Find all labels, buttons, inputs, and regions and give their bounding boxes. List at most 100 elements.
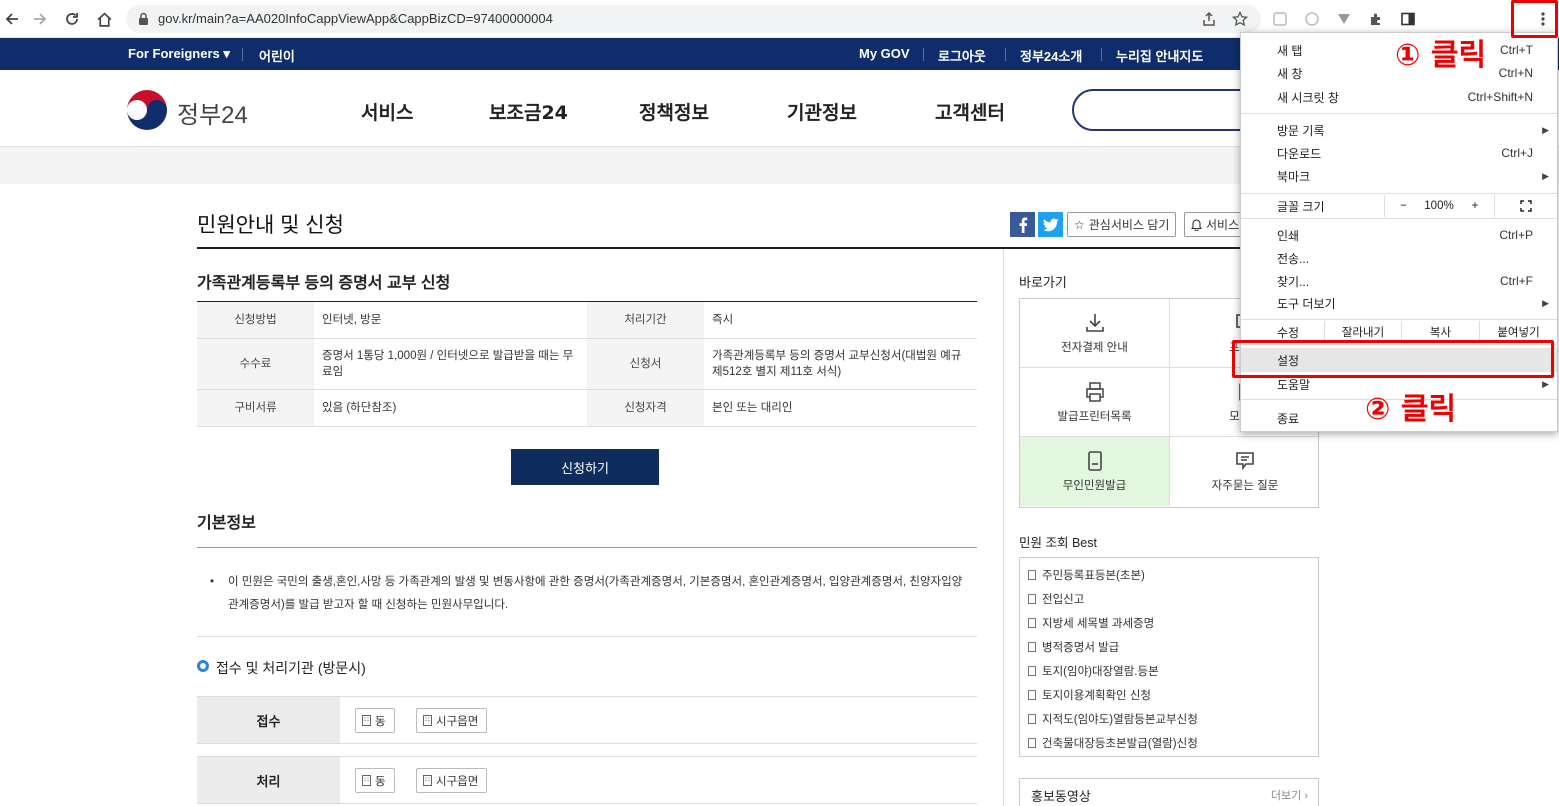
apply-button[interactable]: 신청하기 <box>511 449 659 485</box>
document-icon <box>1028 570 1036 580</box>
fullscreen-icon[interactable] <box>1494 195 1557 217</box>
extension-2-icon[interactable] <box>1300 7 1324 31</box>
service-subtitle: 가족관계등록부 등의 증명서 교부 신청 <box>197 275 451 292</box>
nav-customer-center[interactable]: 고객센터 <box>935 98 1005 125</box>
nav-agency[interactable]: 기관정보 <box>787 98 857 125</box>
promo-more-link[interactable]: 더보기 › <box>1271 787 1308 803</box>
reception-row: 접수 동 시구읍면 <box>197 696 977 744</box>
document-icon <box>1028 738 1036 748</box>
annotation-box-settings <box>1232 340 1554 378</box>
forward-icon[interactable] <box>28 7 52 31</box>
submenu-arrow-icon: ▶ <box>1542 124 1549 135</box>
menu-incognito[interactable]: 새 시크릿 창 Ctrl+Shift+N <box>1241 86 1557 108</box>
promo-title: 홍보동영상 <box>1031 789 1091 804</box>
quick-item-faq[interactable]: 자주묻는 질문 <box>1170 437 1320 506</box>
document-icon <box>1028 666 1036 676</box>
bookmark-star-icon[interactable] <box>1228 7 1252 31</box>
reception-chip-dong[interactable]: 동 <box>355 708 395 733</box>
mygov-link[interactable]: My GOV <box>859 46 910 61</box>
list-item[interactable]: 지적도(임야도)열람등본교부신청 <box>1028 711 1198 727</box>
building-icon <box>423 715 432 726</box>
nav-policy[interactable]: 정책정보 <box>639 98 709 125</box>
bell-icon <box>1191 218 1202 231</box>
table-row: 구비서류 있음 (하단참조) 신청자격 본인 또는 대리인 <box>197 389 977 427</box>
processing-row: 처리 동 시구읍면 <box>197 756 977 804</box>
list-item[interactable]: 건축물대장등초본발급(열람)신청 <box>1028 735 1198 751</box>
document-icon <box>1028 714 1036 724</box>
menu-print[interactable]: 인쇄 Ctrl+P <box>1241 224 1557 246</box>
about-link[interactable]: 정부24소개 <box>1020 46 1082 65</box>
list-item[interactable]: 토지이용계획확인 신청 <box>1028 687 1151 703</box>
menu-find[interactable]: 찾기... Ctrl+F <box>1241 270 1557 292</box>
processing-chip-dong[interactable]: 동 <box>355 768 395 793</box>
add-favorite-button[interactable]: ☆ 관심서비스 담기 <box>1067 212 1177 237</box>
list-item[interactable]: 지방세 세목별 과세증명 <box>1028 615 1154 631</box>
back-icon[interactable] <box>0 7 24 31</box>
menu-downloads[interactable]: 다운로드 Ctrl+J <box>1241 142 1557 164</box>
kiosk-icon <box>1084 450 1106 472</box>
reception-chip-sigu[interactable]: 시구읍면 <box>416 708 488 733</box>
menu-bookmarks[interactable]: 북마크 ▶ <box>1241 165 1557 187</box>
quick-title: 바로가기 <box>1019 275 1067 290</box>
processing-chip-sigu[interactable]: 시구읍면 <box>416 768 488 793</box>
document-icon <box>1028 690 1036 700</box>
promo-video-box: 홍보동영상 더보기 › <box>1019 778 1319 806</box>
building-icon <box>423 775 432 786</box>
reception-label: 접수 <box>197 697 340 743</box>
gov24-logo-icon[interactable] <box>126 89 168 131</box>
column-divider <box>1003 249 1004 806</box>
building-icon <box>362 715 371 726</box>
facebook-share-icon[interactable] <box>1010 212 1035 237</box>
printer-icon <box>1084 381 1106 403</box>
document-icon <box>1028 618 1036 628</box>
star-outline-icon: ☆ <box>1074 217 1085 232</box>
page-title: 민원안내 및 신청 <box>197 214 344 237</box>
url-text: gov.kr/main?a=AA020InfoCappViewApp&CappB… <box>158 11 553 26</box>
extension-3-icon[interactable] <box>1332 7 1356 31</box>
menu-zoom-row: 글꼴 크기 − 100% + <box>1241 195 1557 217</box>
building-icon <box>362 775 371 786</box>
list-item[interactable]: 토지(임야)대장열람.등본 <box>1028 663 1159 679</box>
service-info-table: 신청방법 인터넷, 방문 처리기간 즉시 수수료 증명서 1통당 1,000원 … <box>197 301 977 427</box>
for-foreigners-link[interactable]: For Foreigners ▾ <box>128 46 230 62</box>
logout-link[interactable]: 로그아웃 <box>938 46 986 65</box>
list-item[interactable]: 전입신고 <box>1028 591 1084 607</box>
table-row: 신청방법 인터넷, 방문 처리기간 즉시 <box>197 301 977 339</box>
basic-info-title: 기본정보 <box>197 515 256 532</box>
bullet-icon: • <box>210 576 215 588</box>
best-title: 민원 조회 Best <box>1019 536 1097 550</box>
chat-bubble-icon <box>1234 450 1256 472</box>
lock-icon <box>138 12 149 25</box>
sitemap-link[interactable]: 누리집 안내지도 <box>1116 46 1203 65</box>
address-bar[interactable]: gov.kr/main?a=AA020InfoCappViewApp&CappB… <box>126 5 1261 33</box>
nav-subsidy24[interactable]: 보조금24 <box>489 98 568 125</box>
nav-service[interactable]: 서비스 <box>361 98 413 125</box>
zoom-out-button[interactable]: − <box>1384 195 1422 217</box>
reload-icon[interactable] <box>60 7 84 31</box>
processing-label: 처리 <box>197 757 340 803</box>
extensions-puzzle-icon[interactable] <box>1364 7 1388 31</box>
title-divider <box>197 247 1317 249</box>
side-panel-icon[interactable] <box>1396 7 1420 31</box>
menu-history[interactable]: 방문 기록 ▶ <box>1241 119 1557 141</box>
share-icon[interactable] <box>1197 7 1221 31</box>
document-icon <box>1028 594 1036 604</box>
quick-item-epay[interactable]: 전자결제 안내 <box>1020 299 1170 368</box>
twitter-share-icon[interactable] <box>1038 212 1063 237</box>
children-link[interactable]: 어린이 <box>259 46 295 65</box>
extension-1-icon[interactable] <box>1268 7 1292 31</box>
zoom-level: 100% <box>1424 200 1454 212</box>
list-item[interactable]: 병적증명서 발급 <box>1028 639 1119 655</box>
quick-item-printer-list[interactable]: 발급프린터목록 <box>1020 368 1170 437</box>
zoom-in-button[interactable]: + <box>1456 195 1494 217</box>
menu-more-tools[interactable]: 도구 더보기 ▶ <box>1241 292 1557 314</box>
service-alarm-button[interactable]: 서비스 <box>1184 212 1244 237</box>
list-item[interactable]: 주민등록표등본(초본) <box>1028 567 1145 583</box>
reception-title: 접수 및 처리기관 (방문시) <box>216 660 366 676</box>
home-icon[interactable] <box>92 7 116 31</box>
submenu-arrow-icon: ▶ <box>1542 378 1549 389</box>
menu-cast[interactable]: 전송... <box>1241 247 1557 269</box>
submenu-arrow-icon: ▶ <box>1542 170 1549 181</box>
quick-item-kiosk[interactable]: 무인민원발급 <box>1020 437 1170 506</box>
logo-text[interactable]: 정부24 <box>177 95 248 130</box>
